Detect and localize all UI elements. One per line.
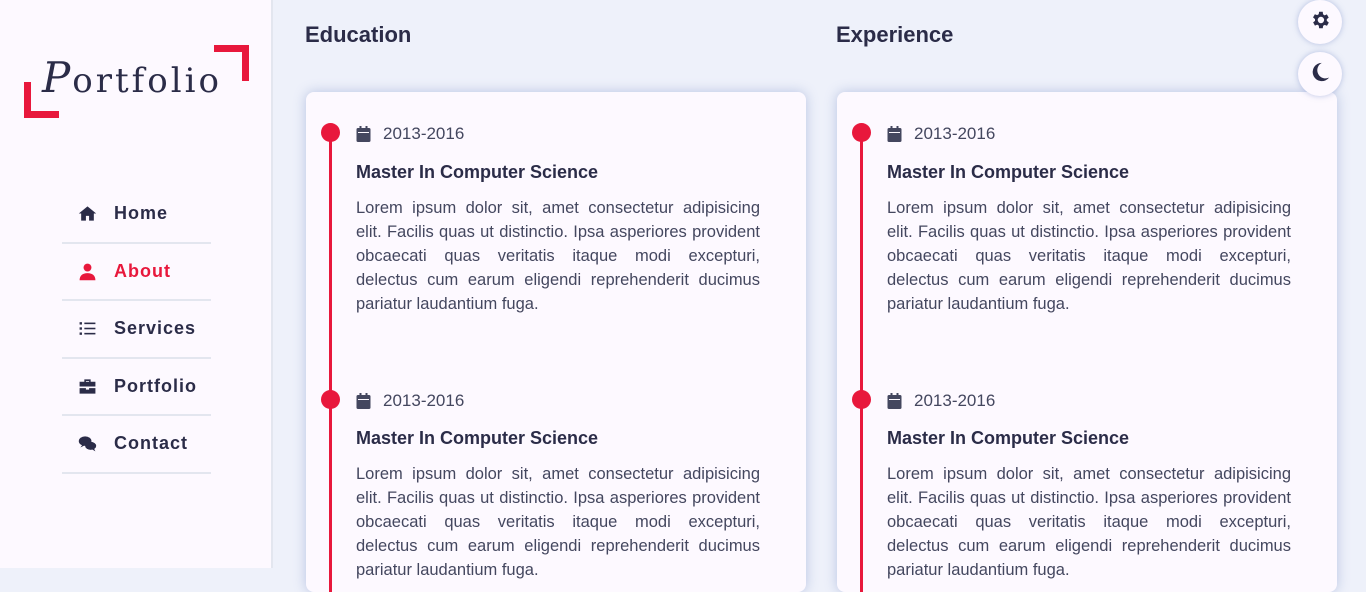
timeline-line — [329, 132, 332, 592]
entry-description: Lorem ipsum dolor sit, amet consectetur … — [887, 199, 1291, 313]
entry-description: Lorem ipsum dolor sit, amet consectetur … — [356, 465, 760, 579]
home-icon — [76, 204, 98, 224]
timeline-dot — [321, 123, 340, 142]
nav-item-contact[interactable]: Contact — [62, 416, 211, 474]
education-heading: Education — [305, 22, 412, 47]
entry-title: Master In Computer Science — [887, 428, 1130, 448]
entry-date-text: 2013-2016 — [914, 124, 996, 143]
entry-date: 2013-2016 — [887, 124, 995, 144]
entry-date: 2013-2016 — [356, 391, 464, 411]
experience-heading: Experience — [836, 22, 954, 47]
nav-item-services[interactable]: Services — [62, 301, 211, 359]
sidebar: Portfolio Home About Services Portfolio — [0, 0, 273, 568]
user-icon — [76, 261, 98, 281]
timeline-dot — [852, 123, 871, 142]
entry-title: Master In Computer Science — [356, 428, 599, 448]
calendar-icon — [356, 126, 371, 142]
comments-icon — [76, 434, 98, 454]
entry-date-text: 2013-2016 — [383, 124, 465, 143]
theme-toggle-button[interactable] — [1298, 52, 1342, 96]
logo-word: ortfolio — [72, 61, 222, 101]
nav-item-label: Services — [114, 318, 197, 339]
calendar-icon — [887, 393, 902, 409]
moon-icon — [1309, 61, 1331, 88]
entry-date-text: 2013-2016 — [383, 391, 465, 410]
nav-item-label: Home — [114, 203, 169, 224]
entry-date-text: 2013-2016 — [914, 391, 996, 410]
entry-description: Lorem ipsum dolor sit, amet consectetur … — [356, 199, 760, 313]
timeline-dot — [321, 390, 340, 409]
gear-icon — [1309, 9, 1331, 36]
list-icon — [76, 319, 98, 339]
experience-card: 2013-2016 Master In Computer Science Lor… — [837, 92, 1337, 592]
main-nav: Home About Services Portfolio Contact — [62, 186, 211, 474]
settings-button[interactable] — [1298, 0, 1342, 44]
entry-description: Lorem ipsum dolor sit, amet consectetur … — [887, 465, 1291, 579]
nav-item-home[interactable]: Home — [62, 186, 211, 244]
nav-item-about[interactable]: About — [62, 244, 211, 301]
nav-item-label: Contact — [114, 433, 188, 454]
calendar-icon — [887, 126, 902, 142]
calendar-icon — [356, 393, 371, 409]
logo-text: Portfolio — [42, 53, 222, 102]
entry-title: Master In Computer Science — [356, 162, 599, 182]
logo[interactable]: Portfolio — [24, 45, 250, 118]
nav-item-label: About — [114, 260, 171, 281]
timeline-dot — [852, 390, 871, 409]
logo-initial: P — [42, 53, 71, 102]
entry-date: 2013-2016 — [887, 391, 995, 411]
entry-date: 2013-2016 — [356, 124, 464, 144]
entry-title: Master In Computer Science — [887, 162, 1130, 182]
nav-item-label: Portfolio — [114, 375, 197, 396]
briefcase-icon — [76, 376, 98, 396]
nav-item-portfolio[interactable]: Portfolio — [62, 359, 211, 416]
timeline-line — [860, 132, 863, 592]
education-card: 2013-2016 Master In Computer Science Lor… — [306, 92, 806, 592]
